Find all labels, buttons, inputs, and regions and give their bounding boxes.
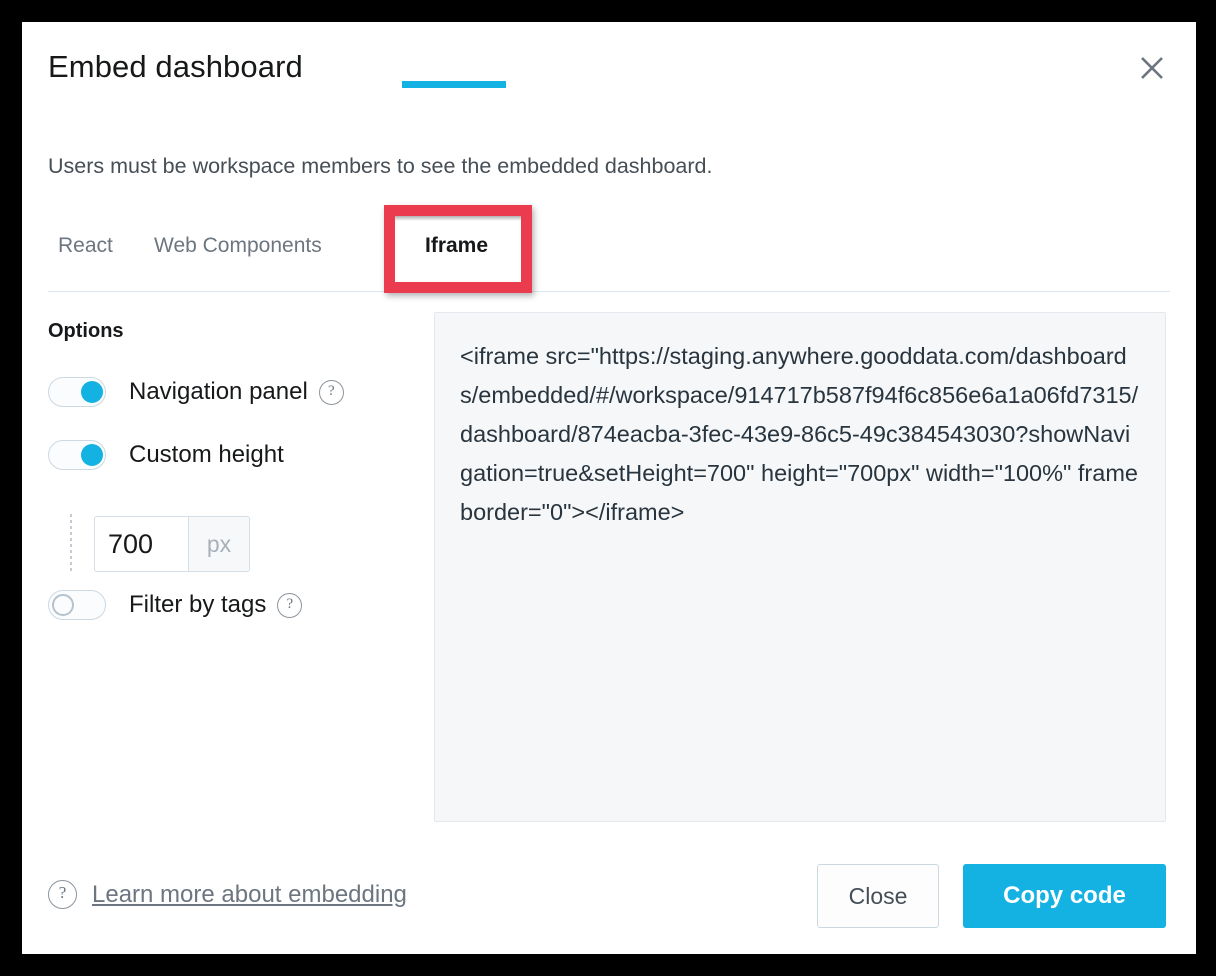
toggle-knob <box>81 444 103 466</box>
toggle-knob <box>52 594 74 616</box>
embed-code-panel[interactable]: <iframe src="https://staging.anywhere.go… <box>434 312 1166 822</box>
option-row-custom-height: Custom height <box>48 437 284 473</box>
dialog-subtitle: Users must be workspace members to see t… <box>48 154 713 178</box>
toggle-knob <box>81 381 103 403</box>
learn-more-label: Learn more about embedding <box>92 880 407 908</box>
help-icon-navigation-panel[interactable]: ? <box>318 379 344 405</box>
tab-bar: React Web Components Iframe <box>48 222 1170 292</box>
page-title: Embed dashboard <box>48 49 303 84</box>
indent-guide <box>70 514 72 574</box>
tab-iframe[interactable]: Iframe <box>425 234 488 278</box>
embed-dashboard-dialog: Embed dashboard Users must be workspace … <box>22 22 1196 954</box>
help-circle-icon: ? <box>48 880 77 909</box>
toggle-filter-by-tags[interactable] <box>48 590 106 620</box>
tab-active-indicator <box>402 81 506 88</box>
option-label-filter-by-tags: Filter by tags <box>129 591 267 618</box>
annotation-inner-shadow <box>395 216 521 221</box>
option-row-filter-by-tags: Filter by tags ? <box>48 587 303 623</box>
height-input[interactable] <box>94 516 188 572</box>
learn-more-link[interactable]: ? Learn more about embedding <box>48 880 407 909</box>
height-unit-label: px <box>188 516 250 572</box>
tab-bar-divider <box>48 291 1170 292</box>
tab-react[interactable]: React <box>58 234 113 278</box>
help-icon-filter-by-tags[interactable]: ? <box>277 592 303 618</box>
toggle-navigation-panel[interactable] <box>48 377 106 407</box>
options-heading: Options <box>48 320 124 342</box>
screenshot-frame: Embed dashboard Users must be workspace … <box>0 0 1216 976</box>
close-button[interactable]: Close <box>817 864 939 928</box>
tab-web-components[interactable]: Web Components <box>154 234 322 278</box>
copy-code-button[interactable]: Copy code <box>963 864 1166 928</box>
option-label-custom-height: Custom height <box>129 441 284 468</box>
option-label-navigation-panel: Navigation panel <box>129 378 308 405</box>
option-row-navigation-panel: Navigation panel ? <box>48 374 344 410</box>
height-input-group: px <box>94 516 250 572</box>
close-icon[interactable] <box>1128 44 1176 92</box>
toggle-custom-height[interactable] <box>48 440 106 470</box>
embed-code-text: <iframe src="https://staging.anywhere.go… <box>460 343 1139 525</box>
